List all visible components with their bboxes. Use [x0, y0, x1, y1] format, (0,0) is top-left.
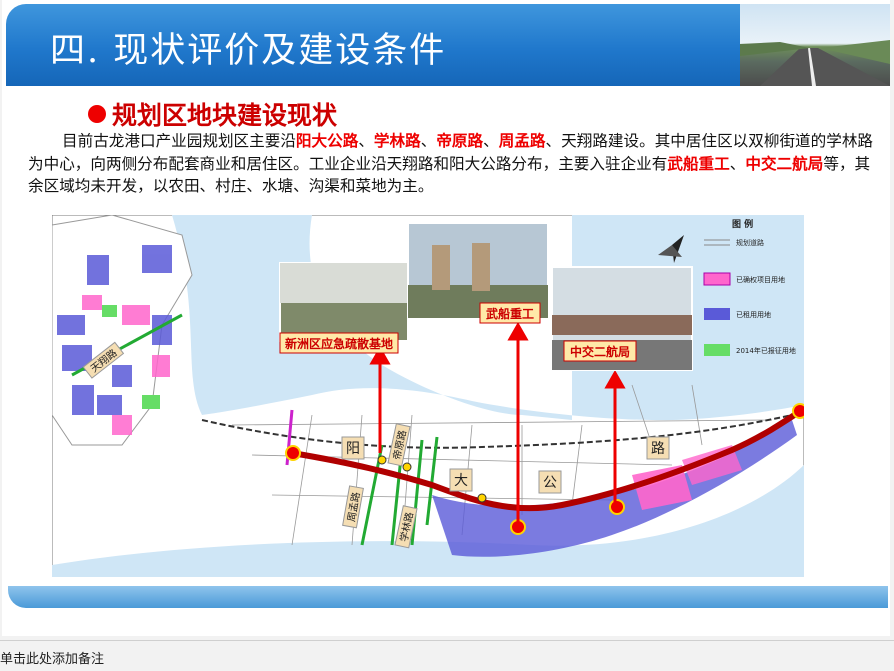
highlight-text: 阳大公路 — [295, 132, 359, 150]
highlight-text: 周孟路 — [498, 132, 546, 150]
body-text-run: 、 — [729, 154, 746, 173]
body-text-run: 、 — [420, 132, 437, 150]
highlight-text: 中交二航局 — [745, 154, 824, 173]
svg-text:中交二航局: 中交二航局 — [570, 344, 630, 359]
section-title: 规划区地块建设现状 — [112, 101, 338, 130]
svg-text:已确权项目用地: 已确权项目用地 — [736, 275, 785, 284]
svg-text:规划道路: 规划道路 — [736, 238, 764, 247]
slide-title: 四. 现状评价及建设条件 — [50, 31, 447, 71]
photo-label-wuchuan: 武船重工 — [479, 302, 541, 324]
bullet-icon — [88, 105, 106, 123]
road-char-1: 阳 — [346, 441, 360, 457]
highlight-text: 学林路 — [373, 132, 421, 150]
body-text-run: 、 — [358, 132, 374, 150]
section-heading: 规划区地块建设现状 — [88, 96, 337, 132]
notes-pane[interactable]: 单击此处添加备注 — [0, 640, 894, 671]
road-char-4: 路 — [651, 441, 665, 457]
notes-placeholder[interactable]: 单击此处添加备注 — [0, 648, 104, 667]
slide-footer-bar — [8, 586, 888, 608]
photo-label-emergency: 新洲区应急疏散基地 — [279, 332, 399, 354]
svg-text:已租用用地: 已租用用地 — [736, 310, 771, 319]
body-text-run: 、 — [483, 132, 499, 150]
svg-text:武船重工: 武船重工 — [486, 306, 534, 321]
road-photo — [740, 4, 890, 86]
svg-text:2014年已报征用地: 2014年已报征用地 — [736, 346, 796, 355]
svg-text:图 例: 图 例 — [732, 218, 753, 230]
svg-text:新洲区应急疏散基地: 新洲区应急疏散基地 — [285, 336, 393, 351]
site-map: 新洲区应急疏散基地 武船重工 中交二航局 阳 大 公 路 天翔路 帝原路 周孟路… — [52, 215, 804, 577]
slide-header: 四. 现状评价及建设条件 — [6, 4, 890, 86]
road-char-3: 公 — [543, 475, 557, 491]
body-paragraph: 目前古龙港口产业园规划区主要沿阳大公路、学林路、帝原路、周孟路、天翔路建设。其中… — [28, 130, 874, 198]
slide: 四. 现状评价及建设条件 规划区地块建设现状 目前古龙港口产业园规划区主要沿阳大… — [2, 0, 890, 636]
body-text-run: 目前古龙港口产业园规划区主要沿 — [62, 132, 296, 150]
photo-label-zhongjiao: 中交二航局 — [563, 340, 637, 362]
highlight-text: 武船重工 — [667, 154, 730, 173]
road-char-2: 大 — [454, 473, 468, 489]
highlight-text: 帝原路 — [436, 132, 484, 150]
